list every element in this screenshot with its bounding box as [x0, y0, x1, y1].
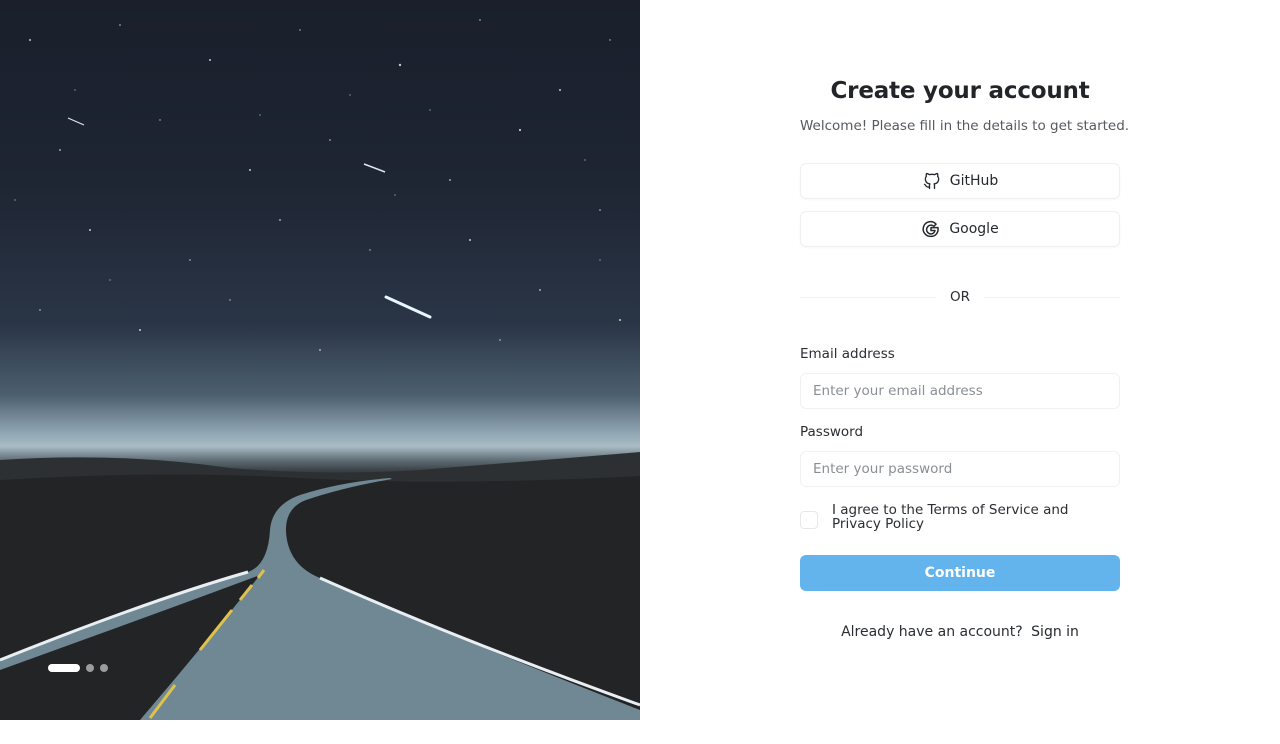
github-icon — [923, 172, 940, 190]
hero-image — [0, 0, 640, 720]
continue-button[interactable]: Continue — [800, 555, 1120, 591]
terms-checkbox[interactable] — [800, 511, 818, 529]
or-divider: OR — [800, 288, 1121, 306]
email-label: Email address — [800, 346, 895, 362]
email-input[interactable] — [800, 373, 1120, 409]
terms-text[interactable]: I agree to the Terms of Service and Priv… — [832, 503, 1120, 531]
carousel-dot-2[interactable] — [86, 664, 94, 672]
google-icon — [922, 220, 940, 238]
signin-link[interactable]: Sign in — [1031, 624, 1079, 640]
meteor — [363, 163, 386, 173]
google-button[interactable]: Google — [800, 211, 1120, 247]
carousel-dot-3[interactable] — [100, 664, 108, 672]
google-button-label: Google — [949, 221, 999, 237]
stars — [14, 19, 621, 351]
carousel-dot-1[interactable] — [48, 664, 80, 672]
divider-line — [800, 296, 936, 298]
meteor — [384, 295, 432, 319]
night-road-illustration — [0, 19, 640, 720]
password-input[interactable] — [800, 451, 1120, 487]
signup-form: Create your account Welcome! Please fill… — [800, 78, 1130, 640]
carousel-dots — [48, 664, 108, 672]
github-button-label: GitHub — [949, 173, 999, 189]
signin-prompt: Already have an account? — [841, 624, 1023, 640]
signin-row: Already have an account? Sign in — [800, 624, 1120, 640]
page-title: Create your account — [830, 78, 1090, 104]
terms-row: I agree to the Terms of Service and Priv… — [800, 503, 1120, 531]
meteor — [67, 117, 85, 126]
password-label: Password — [800, 424, 864, 440]
divider-line — [984, 296, 1121, 298]
page-subtitle: Welcome! Please fill in the details to g… — [800, 118, 1130, 134]
github-button[interactable]: GitHub — [800, 163, 1120, 199]
divider-text: OR — [950, 289, 971, 305]
